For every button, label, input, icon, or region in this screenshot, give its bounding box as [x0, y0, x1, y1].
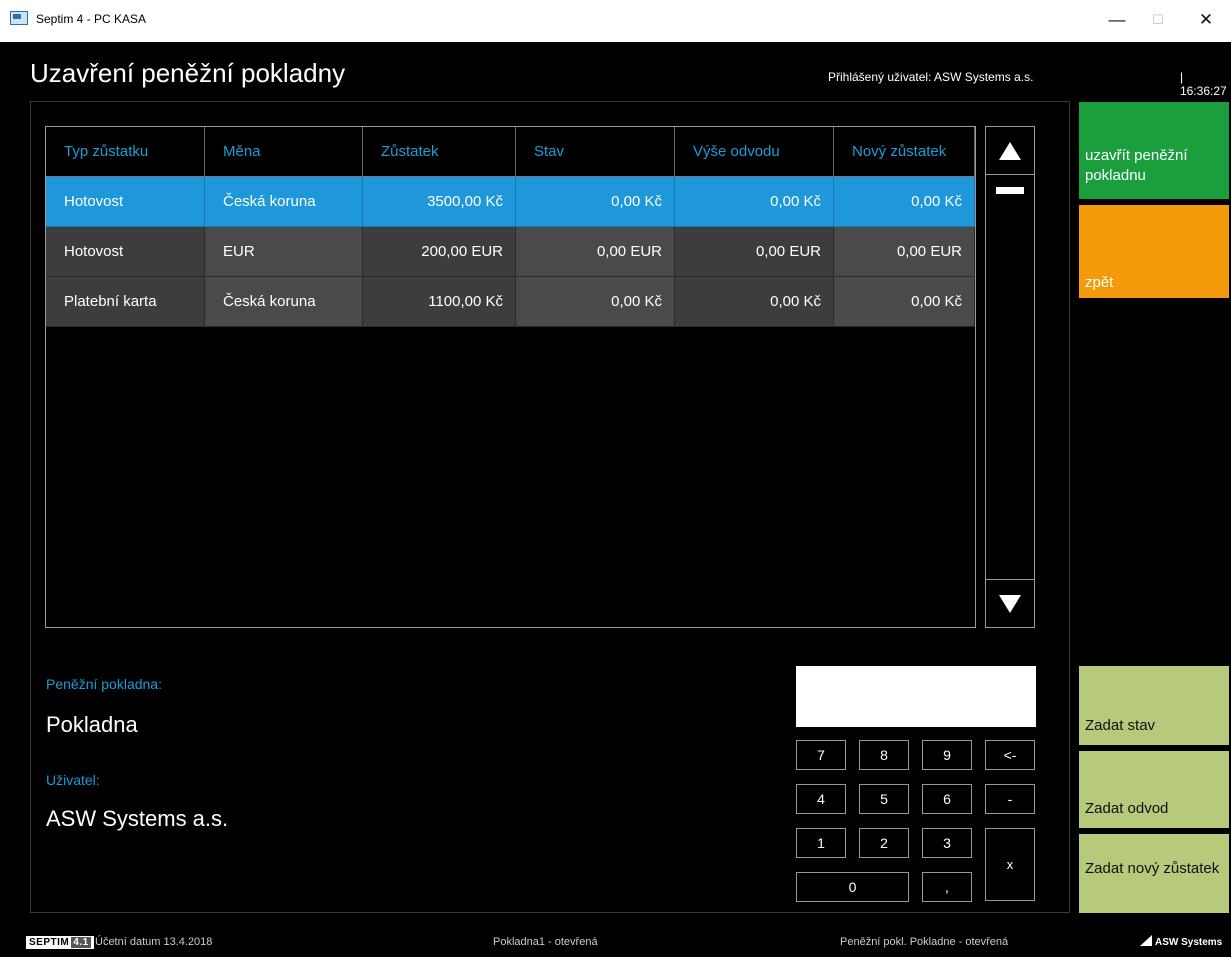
key-3[interactable]: 3 — [922, 828, 972, 858]
table-row[interactable]: Platební karta Česká koruna 1100,00 Kč 0… — [46, 277, 975, 327]
clock: | 16:36:27 — [1180, 70, 1227, 98]
key-8[interactable]: 8 — [859, 740, 909, 770]
cash-register-label: Peněžní pokladna: — [46, 676, 162, 692]
cell-new-balance: 0,00 Kč — [834, 177, 975, 227]
logged-user: Přihlášený uživatel: ASW Systems a.s. — [828, 70, 1034, 84]
vendor-name: ASW Systems — [1155, 937, 1223, 948]
arrow-down-icon — [999, 594, 1021, 613]
scroll-thumb[interactable] — [996, 187, 1024, 194]
numpad-display[interactable] — [796, 666, 1036, 727]
key-5[interactable]: 5 — [859, 784, 909, 814]
cell-currency: EUR — [205, 227, 363, 277]
cell-new-balance: 0,00 Kč — [834, 277, 975, 327]
maximize-button[interactable]: ☐ — [1138, 8, 1178, 32]
scroll-up-button[interactable] — [986, 127, 1034, 175]
cell-type: Hotovost — [46, 177, 205, 227]
col-header-state[interactable]: Stav — [516, 127, 675, 177]
key-1[interactable]: 1 — [796, 828, 846, 858]
status-bar: SEPTIM 4.1 Účetní datum 13.4.2018 Pokladn… — [0, 929, 1231, 957]
col-header-currency[interactable]: Měna — [205, 127, 363, 177]
logo-text: SEPTIM — [29, 937, 70, 948]
cell-transfer: 0,00 Kč — [675, 277, 834, 327]
cell-transfer: 0,00 Kč — [675, 177, 834, 227]
septim-logo: SEPTIM 4.1 — [26, 936, 94, 949]
set-transfer-button[interactable]: Zadat odvod — [1079, 751, 1229, 828]
key-2[interactable]: 2 — [859, 828, 909, 858]
cell-balance: 200,00 EUR — [363, 227, 516, 277]
cell-state: 0,00 Kč — [516, 177, 675, 227]
cell-state: 0,00 EUR — [516, 227, 675, 277]
key-7[interactable]: 7 — [796, 740, 846, 770]
logo-version: 4.1 — [71, 937, 91, 948]
close-window-button[interactable]: ✕ — [1186, 8, 1226, 32]
col-header-transfer[interactable]: Výše odvodu — [675, 127, 834, 177]
user-label: Uživatel: — [46, 772, 100, 788]
back-button[interactable]: zpět — [1079, 205, 1229, 298]
cell-new-balance: 0,00 EUR — [834, 227, 975, 277]
key-minus[interactable]: - — [985, 784, 1035, 814]
set-new-balance-button[interactable]: Zadat nový zůstatek — [1079, 834, 1229, 913]
user-value: ASW Systems a.s. — [46, 806, 229, 831]
key-4[interactable]: 4 — [796, 784, 846, 814]
cell-currency: Česká koruna — [205, 277, 363, 327]
cell-state: 0,00 Kč — [516, 277, 675, 327]
cash-register-status: Peněžní pokl. Pokladne - otevřená — [840, 936, 1009, 948]
key-6[interactable]: 6 — [922, 784, 972, 814]
col-header-type[interactable]: Typ zůstatku — [46, 127, 205, 177]
cash-register-value: Pokladna — [46, 712, 138, 737]
balance-table: Typ zůstatku Měna Zůstatek Stav Výše odv… — [45, 126, 976, 628]
table-row[interactable]: Hotovost Česká koruna 3500,00 Kč 0,00 Kč… — [46, 177, 975, 227]
cell-type: Platební karta — [46, 277, 205, 327]
register-status: Pokladna1 - otevřená — [493, 936, 598, 948]
key-0[interactable]: 0 — [796, 872, 909, 902]
vendor-logo: ASW Systems — [1140, 935, 1222, 948]
table-scrollbar[interactable] — [985, 126, 1035, 628]
scroll-down-button[interactable] — [986, 579, 1034, 627]
key-clear[interactable]: x — [985, 828, 1035, 901]
cell-transfer: 0,00 EUR — [675, 227, 834, 277]
close-cash-register-button[interactable]: uzavřít peněžní pokladnu — [1079, 102, 1229, 199]
app-icon — [10, 11, 28, 25]
set-state-button[interactable]: Zadat stav — [1079, 666, 1229, 745]
accounting-date: Účetní datum 13.4.2018 — [95, 936, 213, 948]
window-titlebar: Septim 4 - PC KASA — ☐ ✕ — [0, 0, 1231, 42]
table-row[interactable]: Hotovost EUR 200,00 EUR 0,00 EUR 0,00 EU… — [46, 227, 975, 277]
col-header-balance[interactable]: Zůstatek — [363, 127, 516, 177]
col-header-new-balance[interactable]: Nový zůstatek — [834, 127, 975, 177]
cell-type: Hotovost — [46, 227, 205, 277]
key-9[interactable]: 9 — [922, 740, 972, 770]
minimize-button[interactable]: — — [1097, 8, 1137, 32]
arrow-up-icon — [999, 141, 1021, 160]
table-header: Typ zůstatku Měna Zůstatek Stav Výše odv… — [46, 127, 975, 177]
window-title: Septim 4 - PC KASA — [36, 12, 147, 26]
page-title: Uzavření peněžní pokladny — [30, 58, 346, 88]
cell-currency: Česká koruna — [205, 177, 363, 227]
cell-balance: 1100,00 Kč — [363, 277, 516, 327]
asw-logo-icon — [1140, 935, 1152, 946]
key-comma[interactable]: , — [922, 872, 972, 902]
key-backspace[interactable]: <- — [985, 740, 1035, 770]
cell-balance: 3500,00 Kč — [363, 177, 516, 227]
